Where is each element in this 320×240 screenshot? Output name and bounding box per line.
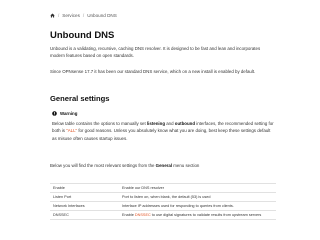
warning-icon (52, 111, 57, 116)
settings-intro-keyword-general: General (155, 163, 173, 168)
setting-name: DNSSEC (50, 210, 119, 220)
setting-description: Interface IP addresses used for respondi… (119, 201, 276, 211)
description-part: to use digital signatures to validate re… (150, 213, 262, 217)
intro-paragraph: Unbound is a validating, recursive, cach… (50, 46, 261, 59)
breadcrumb: / Services / Unbound DNS (50, 11, 117, 19)
breadcrumb-services[interactable]: Services (62, 13, 80, 18)
setting-description: Enable our DNS resolver (119, 183, 276, 193)
warning-title-text: Warning (60, 111, 78, 116)
table-row: Network Interfaces Interface IP addresse… (50, 201, 276, 211)
setting-name: Listen Port (50, 192, 119, 202)
table-row: DNSSEC Enable DNSSEC to use digital sign… (50, 210, 276, 220)
intro-paragraph-version: Since OPNsense 17.7 it has been our stan… (50, 69, 256, 74)
warning-text-part: for good reasons. Unless you absolutely … (52, 128, 271, 141)
page-title: Unbound DNS (50, 30, 115, 41)
breadcrumb-current: Unbound DNS (87, 12, 117, 18)
warning-keyword-listening: listening (146, 121, 166, 126)
description-part: Interface IP addresses used for respondi… (122, 204, 234, 208)
settings-intro-part: menu section (172, 163, 200, 168)
warning-keyword-outbound: outbound (174, 121, 196, 126)
home-icon[interactable] (50, 13, 55, 18)
section-heading-general-settings: General settings (50, 94, 110, 103)
docs-page: / Services / Unbound DNS Unbound DNS Unb… (0, 0, 300, 231)
warning-keyword-all: "ALL" (66, 128, 78, 134)
settings-table: Enable Enable our DNS resolver Listen Po… (50, 183, 276, 220)
description-part: Enable (122, 213, 135, 217)
warning-text-part: Below table contains the options to manu… (52, 121, 147, 126)
breadcrumb-separator: / (58, 12, 60, 18)
warning-text: Below table contains the options to manu… (52, 120, 274, 142)
setting-description: Port to listen on, when blank, the defau… (119, 192, 276, 202)
setting-description: Enable DNSSEC to use digital signatures … (119, 210, 276, 220)
settings-intro: Below you will find the most relevant se… (50, 162, 272, 169)
table-row: Enable Enable our DNS resolver (50, 183, 276, 193)
setting-name: Network Interfaces (50, 201, 119, 211)
description-part: Port to listen on, when blank, the defau… (122, 195, 211, 199)
settings-intro-part: Below you will find the most relevant se… (50, 163, 156, 168)
breadcrumb-separator: / (82, 12, 85, 18)
setting-name: Enable (50, 183, 119, 193)
dnssec-link[interactable]: DNSSEC (135, 213, 151, 217)
description-part: Enable our DNS resolver (122, 186, 164, 190)
warning-title: Warning (52, 111, 77, 116)
warning-text-part: and (165, 121, 175, 126)
table-row: Listen Port Port to listen on, when blan… (50, 192, 276, 202)
